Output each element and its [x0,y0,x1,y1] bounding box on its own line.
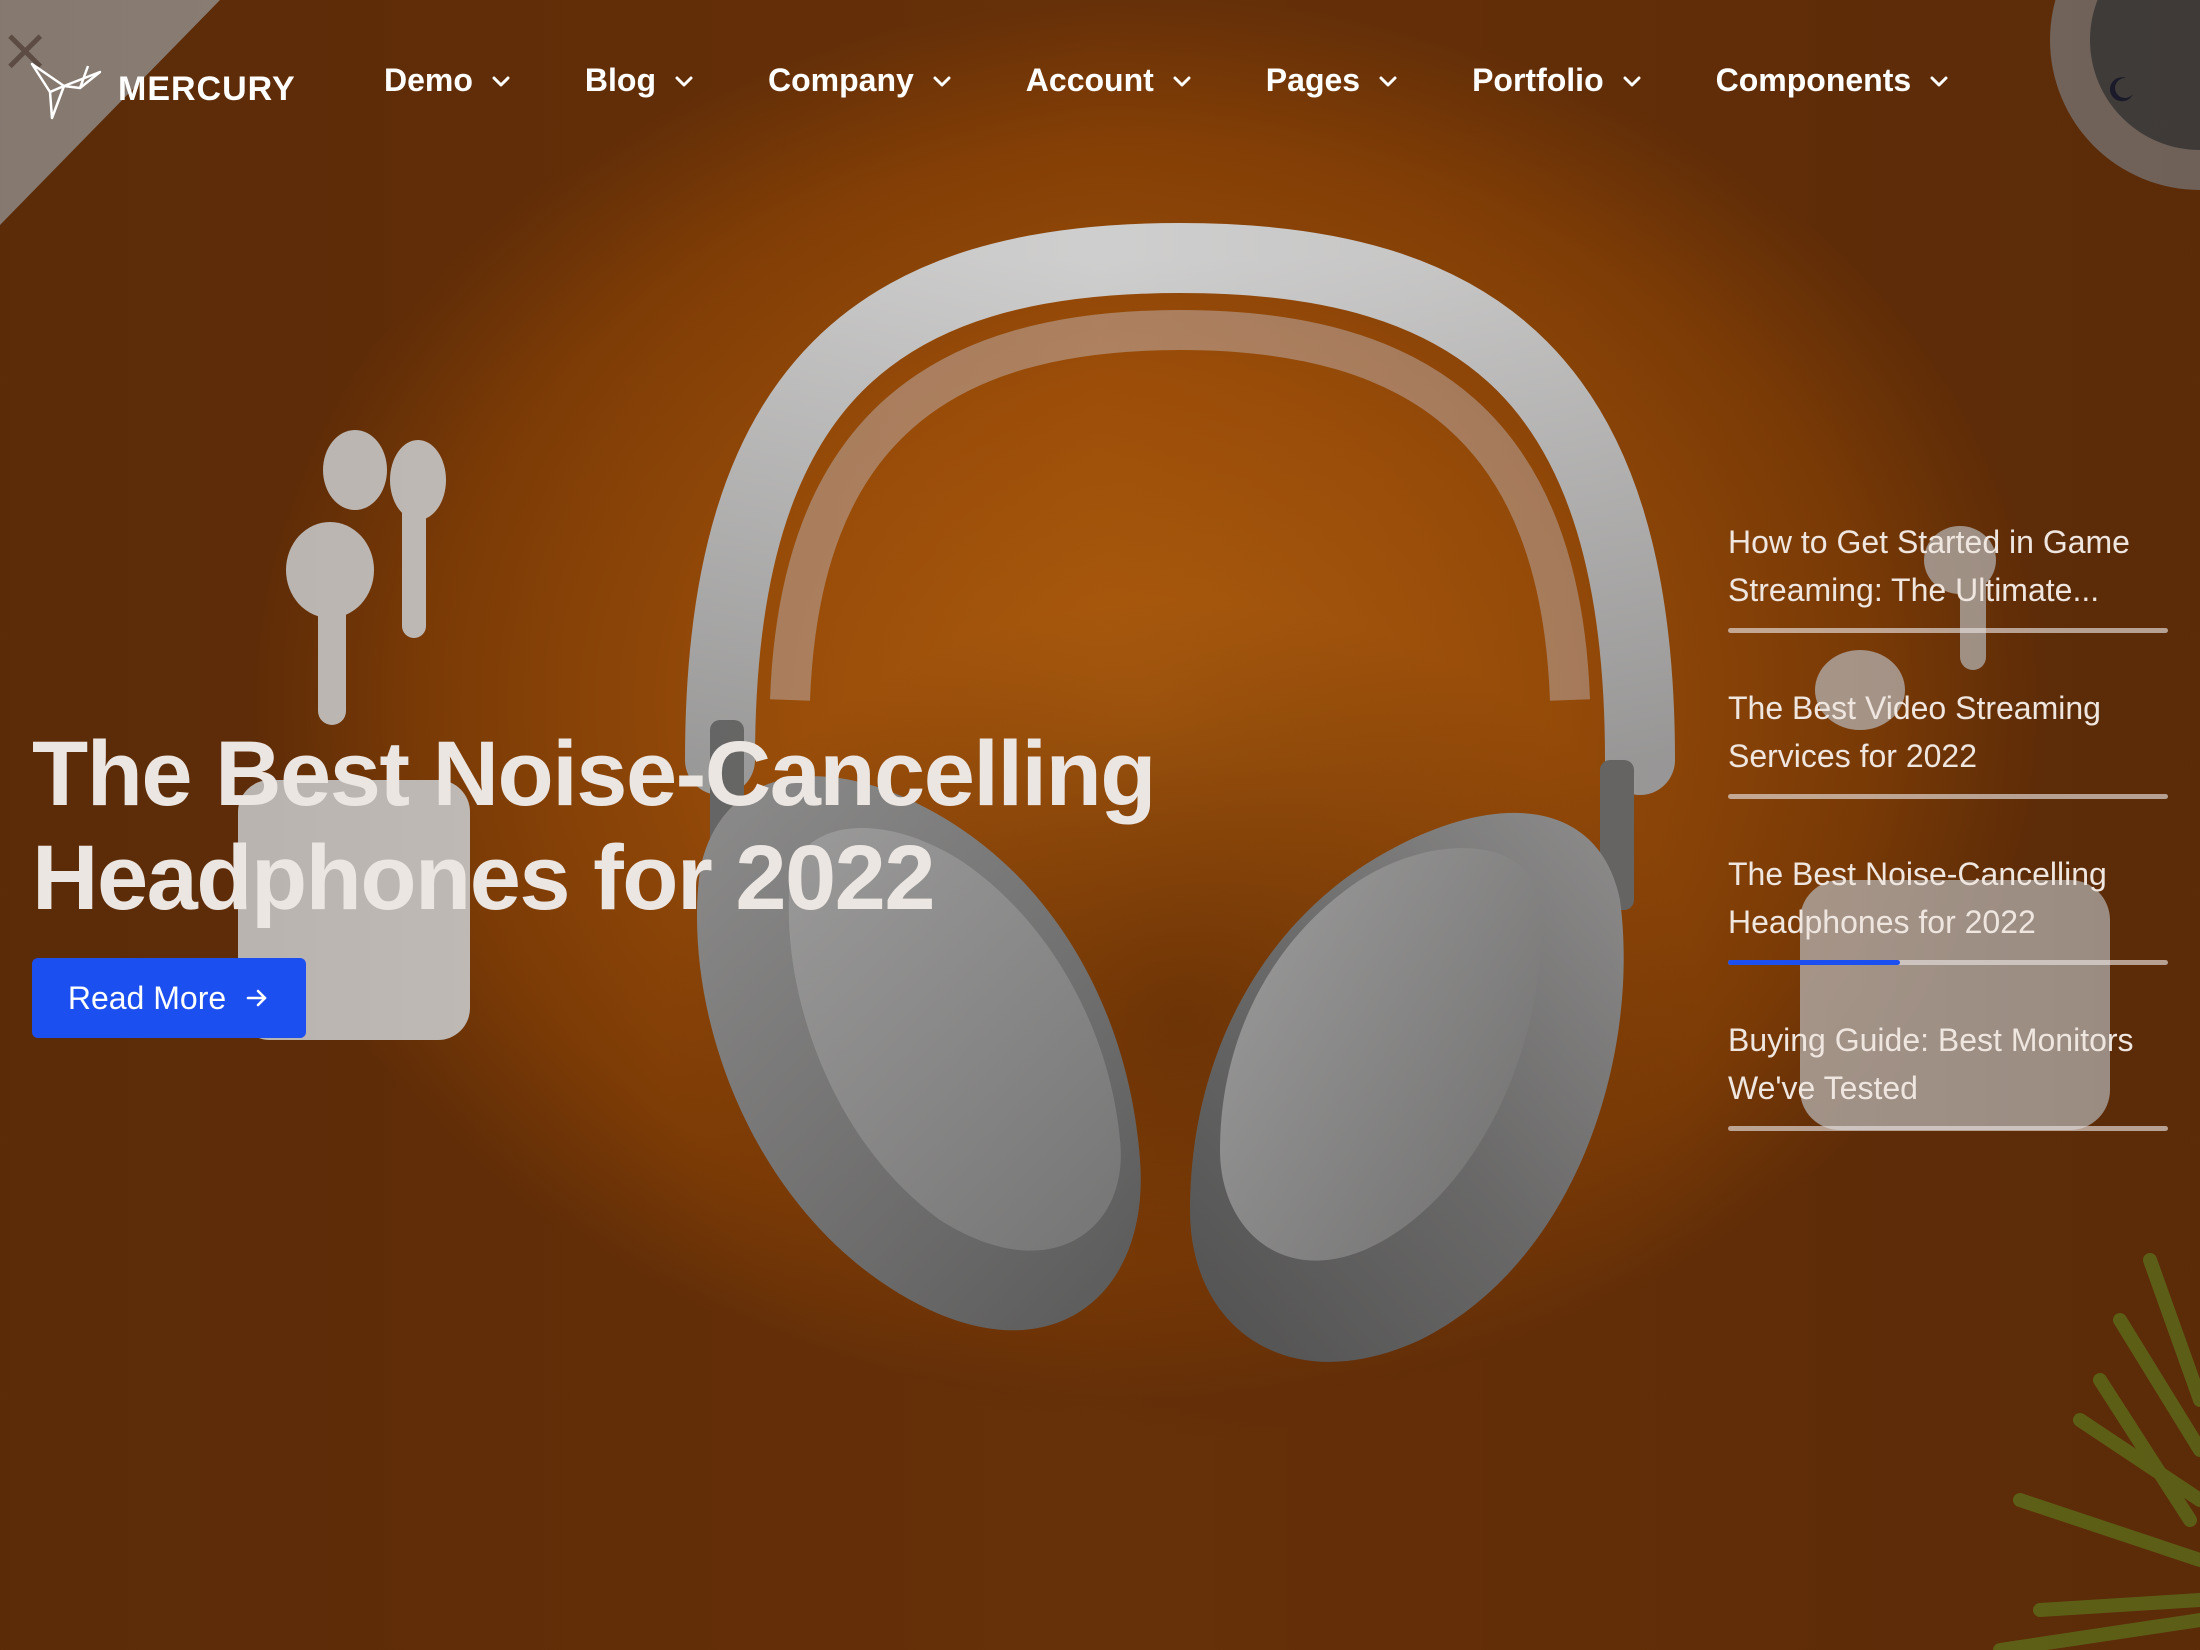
nav-item-label: Components [1715,62,1912,98]
nav-item-label: Account [1025,62,1154,98]
chevron-down-icon [1173,76,1191,86]
nav-item-label: Blog [584,62,656,98]
chevron-down-icon [492,76,510,86]
post-title: How to Get Started in Game Streaming: Th… [1728,518,2168,614]
brand-link[interactable]: MERCURY [30,58,296,120]
chevron-down-icon [1930,76,1948,86]
nav-item-components[interactable]: Components [1716,62,1950,99]
read-more-label: Read More [67,979,227,1016]
nav-item-label: Demo [384,62,473,98]
nav-item-blog[interactable]: Blog [585,62,694,99]
post-title-line: Services for 2022 [1728,738,1978,774]
nav-menu: Demo Blog Company Account Pages Portfoli… [384,62,2023,99]
post-progress-fill [1728,960,1900,965]
post-title-line: The Best Noise-Cancelling [1728,856,2107,892]
post-progress-bar [1728,628,2168,633]
moon-icon[interactable] [2106,74,2136,104]
post-item[interactable]: How to Get Started in Game Streaming: Th… [1728,518,2168,684]
post-title-line: Headphones for 2022 [1728,904,2036,940]
post-title-line: Streaming: The Ultimate... [1728,572,2100,608]
chevron-down-icon [675,76,693,86]
post-item-active[interactable]: The Best Noise-Cancelling Headphones for… [1728,850,2168,1016]
hero-section: × [0,0,2200,1650]
hero-title-line: The Best Noise-Cancelling [32,723,1156,825]
post-title-line: How to Get Started in Game [1728,524,2130,560]
post-title: The Best Video Streaming Services for 20… [1728,684,2168,780]
paper-crane-icon [30,62,102,120]
read-more-button[interactable]: Read More [32,958,306,1038]
main-navbar: MERCURY Demo Blog Company Account Pages [0,0,2200,176]
post-progress-bar [1728,1126,2168,1131]
post-title-line: The Best Video Streaming [1728,690,2101,726]
chevron-down-icon [933,76,951,86]
featured-posts-list: How to Get Started in Game Streaming: Th… [1728,518,2168,1182]
nav-item-label: Pages [1265,62,1361,98]
nav-item-label: Portfolio [1472,62,1604,98]
nav-item-label: Company [768,62,914,98]
chevron-down-icon [1379,76,1397,86]
nav-item-pages[interactable]: Pages [1266,62,1398,99]
post-progress-bar [1728,960,2168,965]
nav-item-demo[interactable]: Demo [384,62,511,99]
post-title-line: We've Tested [1728,1070,1918,1106]
nav-item-company[interactable]: Company [768,62,952,99]
post-title: The Best Noise-Cancelling Headphones for… [1728,850,2168,946]
post-progress-bar [1728,794,2168,799]
hero-title-line: Headphones for 2022 [32,827,936,929]
chevron-down-icon [1623,76,1641,86]
post-item[interactable]: Buying Guide: Best Monitors We've Tested [1728,1016,2168,1182]
post-title-line: Buying Guide: Best Monitors [1728,1022,2134,1058]
nav-item-portfolio[interactable]: Portfolio [1472,62,1642,99]
arrow-right-icon [246,989,267,1007]
post-title: Buying Guide: Best Monitors We've Tested [1728,1016,2168,1112]
hero-title: The Best Noise-Cancelling Headphones for… [32,722,1332,930]
post-item[interactable]: The Best Video Streaming Services for 20… [1728,684,2168,850]
brand-name: MERCURY [118,69,296,108]
nav-item-account[interactable]: Account [1026,62,1192,99]
